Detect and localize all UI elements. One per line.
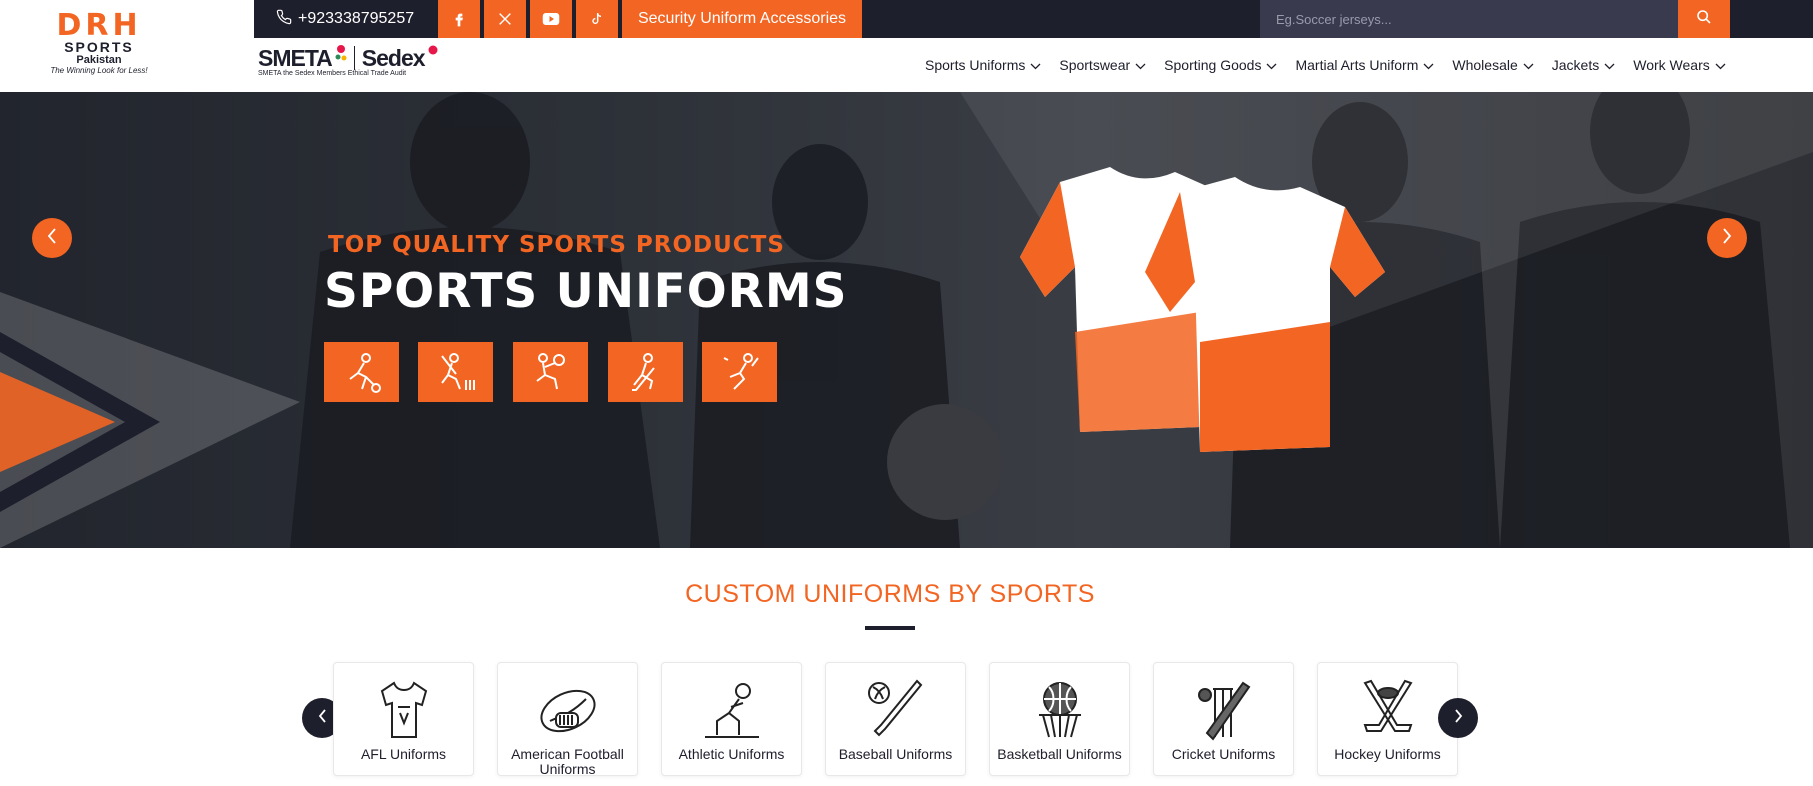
hockey-icon [608,342,683,402]
section-title: CUSTOM UNIFORMS BY SPORTS [685,580,1095,608]
nav-label: Work Wears [1633,57,1710,73]
category-label: Hockey Uniforms [1334,746,1441,762]
hero-background [0,92,1813,548]
hockey-sticks-icon [1318,679,1457,741]
nav-sports-uniforms[interactable]: Sports Uniforms [925,57,1041,73]
hero-kicker: TOP QUALITY SPORTS PRODUCTS [328,232,785,258]
youtube-icon[interactable] [530,0,572,38]
basketball-hoop-icon [990,679,1129,741]
category-card-athletic[interactable]: Athletic Uniforms [661,662,802,776]
search-input[interactable] [1260,0,1678,38]
hero-next-button[interactable] [1707,218,1747,258]
smeta-dots-icon [335,44,347,72]
cricket-bat-icon [1154,679,1293,741]
category-card-cricket[interactable]: Cricket Uniforms [1153,662,1294,776]
category-card-american-football[interactable]: American Football Uniforms [497,662,638,777]
phone-link[interactable]: +923338795257 [276,0,414,38]
chevron-down-icon [1266,57,1277,73]
category-label: Baseball Uniforms [838,746,953,762]
certification-badge: SMETA Sedex SMETA the Sedex Members Ethi… [258,44,442,84]
category-card-baseball[interactable]: Baseball Uniforms [825,662,966,776]
search-button[interactable] [1678,0,1730,38]
jersey-icon [334,679,473,741]
facebook-icon[interactable] [438,0,480,38]
nav-martial-arts-uniform[interactable]: Martial Arts Uniform [1295,57,1434,73]
sedex-label: Sedex [361,44,426,71]
category-card-basketball[interactable]: Basketball Uniforms [989,662,1130,776]
section-underline [865,626,915,630]
nav-label: Sportswear [1059,57,1131,73]
nav-label: Jackets [1551,57,1600,73]
american-football-icon [498,679,637,741]
football-icon [324,342,399,402]
hero-title: SPORTS UNIFORMS [324,264,848,319]
main-nav: Sports Uniforms Sportswear Sporting Good… [925,38,1726,92]
chevron-down-icon [1423,57,1434,73]
category-label: AFL Uniforms [360,746,447,762]
phone-icon [276,9,292,30]
sedex-dot-icon [428,44,438,72]
nav-label: Sporting Goods [1164,57,1262,73]
logo-brand: DRH [56,8,142,43]
category-label: Athletic Uniforms [678,746,785,762]
nav-wholesale[interactable]: Wholesale [1452,57,1534,73]
chevron-down-icon [1030,57,1041,73]
promo-link[interactable]: Security Uniform Accessories [622,0,862,38]
tiktok-icon[interactable] [576,0,618,38]
top-bar: +923338795257 Security Uniform Accessori… [254,0,1813,38]
nav-jackets[interactable]: Jackets [1552,57,1615,73]
chevron-down-icon [1715,57,1726,73]
chevron-down-icon [1523,57,1534,73]
category-card-afl[interactable]: AFL Uniforms [333,662,474,776]
phone-number: +923338795257 [298,10,415,27]
search-icon [1696,9,1712,30]
chevron-left-icon [47,227,57,249]
x-twitter-icon[interactable] [484,0,526,38]
category-label: Basketball Uniforms [997,746,1122,762]
chevron-right-icon [1722,227,1732,249]
category-card-hockey[interactable]: Hockey Uniforms [1317,662,1458,776]
logo-sports: SPORTS [64,39,134,55]
category-label: Cricket Uniforms [1171,746,1276,762]
chevron-left-icon [318,708,327,728]
smeta-label: SMETA [258,44,333,71]
logo-tagline: The Winning Look for Less! [50,66,148,75]
nav-work-wears[interactable]: Work Wears [1633,57,1726,73]
chevron-down-icon [1604,57,1615,73]
hero-banner: TOP QUALITY SPORTS PRODUCTS SPORTS UNIFO… [0,92,1813,548]
nav-sporting-goods[interactable]: Sporting Goods [1164,57,1277,73]
chevron-right-icon [1454,708,1463,728]
basketball-icon [513,342,588,402]
nav-sportswear[interactable]: Sportswear [1059,57,1146,73]
nav-label: Sports Uniforms [925,57,1026,73]
baseball-bat-icon [826,679,965,741]
athlete-icon [662,679,801,741]
badminton-icon [702,342,777,402]
carousel-next-button[interactable] [1438,698,1478,738]
hero-prev-button[interactable] [32,218,72,258]
divider [353,46,355,70]
nav-label: Martial Arts Uniform [1295,57,1419,73]
chevron-down-icon [1135,57,1146,73]
logo-country: Pakistan [76,54,122,66]
cricket-icon [418,342,493,402]
nav-label: Wholesale [1452,57,1518,73]
category-label: American Football Uniforms [511,746,624,777]
site-logo[interactable]: DRH SPORTS Pakistan The Winning Look for… [34,8,164,76]
